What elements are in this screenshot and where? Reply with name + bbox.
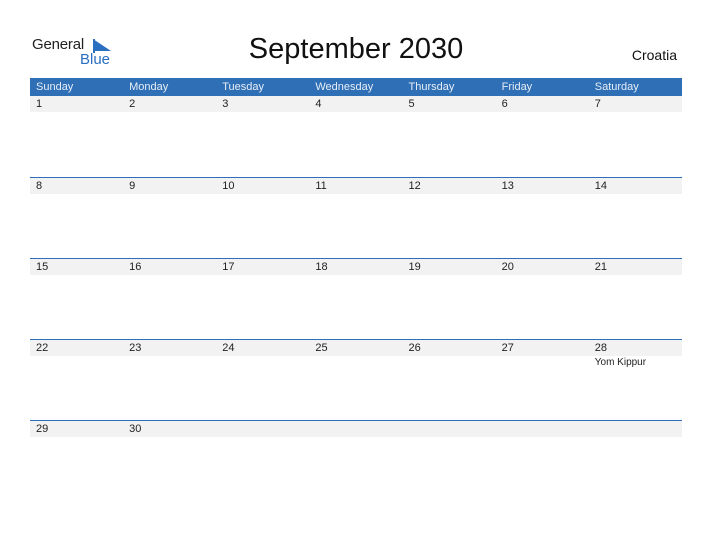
day-event	[216, 356, 309, 370]
day-number-row: 22 23 24 25 26 27 28	[30, 339, 682, 356]
weekday-tuesday: Tuesday	[222, 81, 265, 93]
calendar-grid: Sunday Monday Tuesday Wednesday Thursday…	[30, 78, 682, 501]
day-number: 6	[501, 98, 508, 110]
day-number: 20	[501, 261, 514, 273]
day-number: 13	[501, 180, 514, 192]
day-number: 7	[594, 98, 601, 110]
weekday-header-row: Sunday Monday Tuesday Wednesday Thursday…	[30, 78, 682, 96]
day-event	[309, 356, 402, 370]
day-number: 14	[594, 180, 607, 192]
day-number: 10	[222, 180, 235, 192]
day-number: 2	[129, 98, 136, 110]
day-event	[123, 356, 216, 370]
weekday-wednesday: Wednesday	[315, 81, 374, 93]
day-number: 27	[501, 342, 514, 354]
weekday-saturday: Saturday	[594, 81, 639, 93]
day-number	[496, 421, 589, 437]
day-number	[403, 421, 496, 437]
weekday-friday: Friday	[501, 81, 533, 93]
day-number: 25	[315, 342, 328, 354]
week-row: 1 2 3 4 5 6 7	[30, 96, 682, 177]
day-number: 8	[36, 180, 43, 192]
day-number: 9	[129, 180, 136, 192]
day-event	[496, 356, 589, 370]
day-event	[30, 356, 123, 370]
day-number: 16	[129, 261, 142, 273]
day-number: 15	[36, 261, 49, 273]
weekday-sunday: Sunday	[36, 81, 74, 93]
day-number-row: 1 2 3 4 5 6 7	[30, 96, 682, 112]
day-number	[589, 421, 682, 437]
day-number	[216, 421, 309, 437]
day-number: 18	[315, 261, 328, 273]
day-number-row: 15 16 17 18 19 20 21	[30, 258, 682, 275]
day-number: 1	[36, 98, 43, 110]
day-number: 21	[594, 261, 607, 273]
day-number: 24	[222, 342, 235, 354]
day-number-row: 8 9 10 11 12 13 14	[30, 177, 682, 194]
day-event: Yom Kippur	[594, 357, 647, 368]
day-number: 23	[129, 342, 142, 354]
day-number: 19	[408, 261, 421, 273]
week-row: 8 9 10 11 12 13 14	[30, 177, 682, 258]
day-event	[403, 356, 496, 370]
week-row: 29 30	[30, 420, 682, 501]
weekday-monday: Monday	[129, 81, 169, 93]
calendar-title: September 2030	[248, 33, 464, 65]
day-number: 28	[594, 342, 607, 354]
day-number	[309, 421, 402, 437]
day-number: 26	[408, 342, 421, 354]
day-number: 12	[408, 180, 421, 192]
day-number-row: 29 30	[30, 420, 682, 437]
day-number: 17	[222, 261, 235, 273]
day-number: 29	[36, 423, 49, 435]
day-number: 5	[408, 98, 415, 110]
day-number: 22	[36, 342, 49, 354]
day-number: 11	[315, 180, 327, 192]
country-label: Croatia	[631, 47, 677, 63]
week-row: 22 23 24 25 26 27 28 Yom Kippur	[30, 339, 682, 420]
week-row: 15 16 17 18 19 20 21	[30, 258, 682, 339]
weeks-container: 1 2 3 4 5 6 7 8 9 10 11 12 13 14 15 16 17 18 19 20 21 22 23 24 2…	[30, 96, 682, 501]
day-number: 30	[129, 423, 142, 435]
weekday-thursday: Thursday	[408, 81, 455, 93]
day-number: 3	[222, 98, 229, 110]
event-row: Yom Kippur	[30, 356, 682, 370]
day-number: 4	[315, 98, 322, 110]
